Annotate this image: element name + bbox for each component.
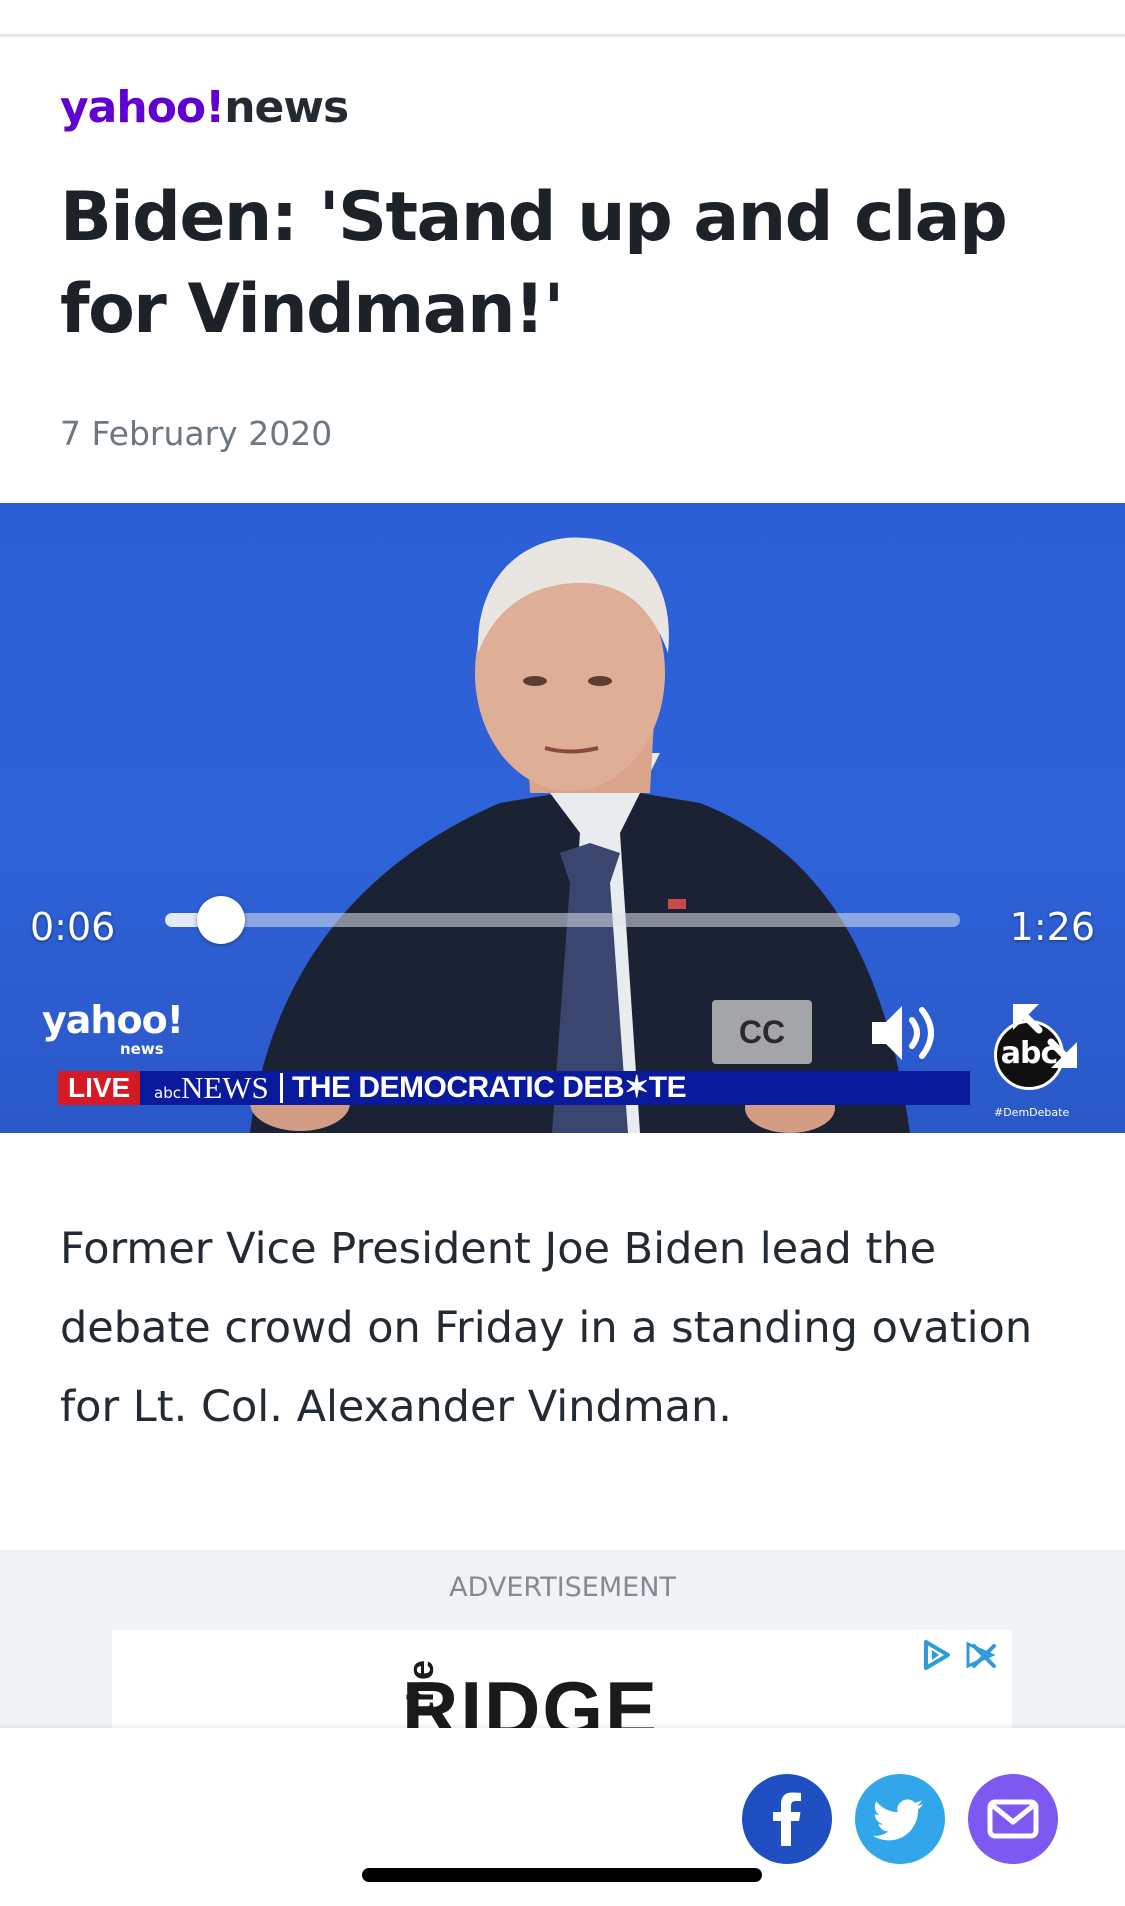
fullscreen-button[interactable] bbox=[1005, 996, 1085, 1076]
article-summary: Former Vice President Joe Biden lead the… bbox=[60, 1224, 1033, 1432]
watermark-sub: news bbox=[120, 1040, 164, 1058]
video-player[interactable]: 0:06 1:26 yahoo! news LIVE abcNEWS THE D… bbox=[0, 503, 1125, 1133]
email-icon bbox=[987, 1799, 1039, 1839]
top-divider bbox=[0, 34, 1125, 37]
brand-news: news bbox=[224, 82, 349, 133]
closed-captions-button[interactable]: CC bbox=[712, 1000, 812, 1064]
chyron-network: abcNEWS bbox=[146, 1071, 277, 1105]
current-time: 0:06 bbox=[30, 905, 116, 949]
chyron-network-prefix: abc bbox=[154, 1084, 181, 1102]
seek-thumb[interactable] bbox=[196, 896, 245, 944]
brand-yahoo: yahoo! bbox=[60, 82, 225, 133]
advertisement-label: ADVERTISEMENT bbox=[449, 1572, 676, 1603]
volume-icon bbox=[872, 1006, 934, 1060]
adchoices-icon[interactable] bbox=[920, 1638, 954, 1672]
volume-button[interactable] bbox=[868, 998, 948, 1068]
chyron-network-name: NEWS bbox=[180, 1070, 269, 1105]
seek-bar[interactable] bbox=[165, 896, 960, 944]
share-twitter-button[interactable] bbox=[855, 1774, 945, 1864]
twitter-icon bbox=[872, 1799, 923, 1841]
share-facebook-button[interactable] bbox=[742, 1774, 832, 1864]
ad-close-icon[interactable] bbox=[964, 1638, 998, 1672]
chyron-title: THE DEMOCRATIC DEB✶TE bbox=[292, 1071, 687, 1104]
yahoo-news-watermark: yahoo! news bbox=[42, 998, 184, 1058]
total-duration: 1:26 bbox=[1009, 905, 1095, 949]
ad-headline: RIDGE bbox=[402, 1665, 660, 1730]
share-email-button[interactable] bbox=[968, 1774, 1058, 1864]
hashtag-label: #DemDebate bbox=[994, 1106, 1070, 1119]
yahoo-news-logo[interactable]: yahoo!news bbox=[60, 86, 349, 130]
article-date: 7 February 2020 bbox=[60, 414, 333, 453]
advertisement-banner[interactable]: the RIDGE bbox=[112, 1630, 1012, 1730]
chyron-live-badge: LIVE bbox=[58, 1071, 141, 1105]
fullscreen-icon bbox=[1013, 1004, 1077, 1068]
facebook-icon bbox=[773, 1792, 801, 1846]
chyron-divider bbox=[280, 1073, 283, 1103]
home-indicator[interactable] bbox=[362, 1868, 762, 1882]
watermark-main: yahoo! bbox=[42, 998, 184, 1042]
article-headline: Biden: 'Stand up and clap for Vindman!' bbox=[60, 178, 1008, 349]
